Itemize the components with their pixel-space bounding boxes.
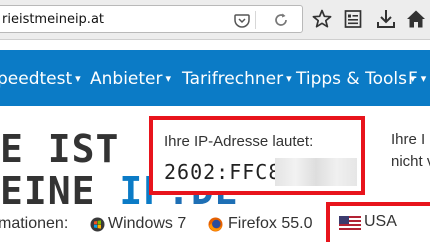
nav-item-anbieter[interactable]: Anbieter ▾ [90, 69, 171, 89]
ip-redaction-blur [275, 158, 357, 186]
reading-list-icon[interactable] [342, 8, 364, 30]
logo-text: EINE [0, 169, 120, 213]
chevron-down-icon: ▾ [420, 72, 427, 85]
chevron-down-icon: ▾ [75, 72, 81, 85]
nav-item-label: Tarifrechner [182, 69, 284, 89]
logo-line-1: E IST [0, 127, 120, 171]
us-flag-icon [339, 216, 361, 230]
right-column-text-1: Ihre I [391, 131, 426, 148]
browser-toolbar: rieistmeineip.at [0, 0, 430, 40]
url-text[interactable]: rieistmeineip.at [2, 12, 104, 27]
nav-item-label: Anbieter [90, 69, 163, 89]
reload-icon[interactable] [272, 11, 290, 29]
site-nav: peedtest ▾ Anbieter ▾ Tarifrechner ▾ Tipps … [0, 50, 430, 106]
ip-label: Ihre IP-Adresse lautet: [164, 133, 314, 150]
pocket-icon[interactable] [233, 11, 251, 29]
chevron-down-icon: ▾ [165, 72, 172, 85]
browser-value: Firefox 55.0 [228, 215, 313, 232]
nav-item-tarifrechner[interactable]: Tarifrechner ▾ [182, 69, 292, 89]
nav-item-label: F [408, 69, 418, 89]
country-value: USA [364, 213, 397, 230]
nav-item-label: peedtest [0, 69, 73, 89]
url-bar[interactable]: rieistmeineip.at [0, 5, 303, 33]
right-column-text-2: nicht v [391, 153, 430, 170]
country-box: USA [326, 202, 430, 242]
firefox-icon [208, 217, 223, 232]
bookmark-star-icon[interactable] [311, 8, 333, 30]
download-icon[interactable] [375, 8, 397, 30]
info-label: mationen: [0, 215, 69, 232]
home-icon[interactable] [405, 8, 427, 30]
nav-item-more[interactable]: F ▾ [408, 69, 426, 89]
nav-item-speedtest[interactable]: peedtest ▾ [0, 69, 81, 89]
nav-item-tipps-tools[interactable]: Tipps & Tools ▾ [296, 69, 416, 89]
url-separator [255, 11, 256, 29]
nav-item-label: Tipps & Tools [296, 69, 407, 89]
os-value: Windows 7 [108, 215, 187, 232]
chevron-down-icon: ▾ [286, 72, 292, 85]
windows-icon [90, 217, 105, 232]
ip-address-box: Ihre IP-Adresse lautet: 2602:FFC8: [149, 116, 365, 195]
